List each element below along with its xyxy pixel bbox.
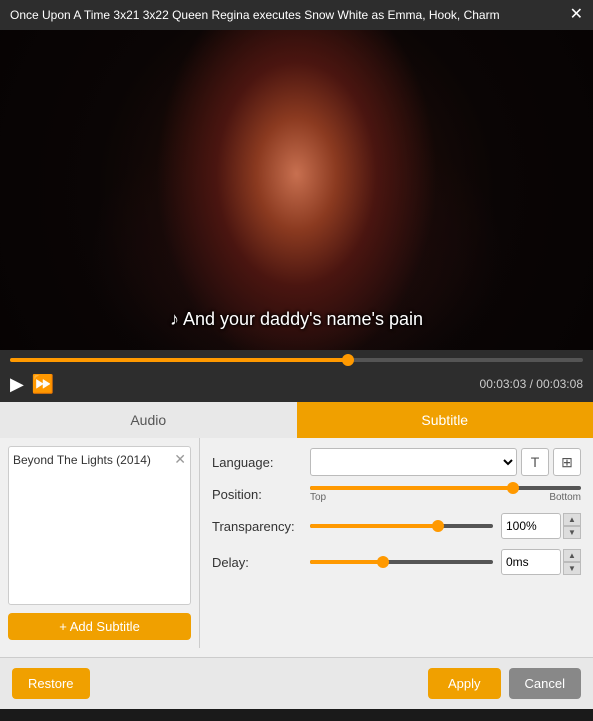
transparency-slider-wrap: [310, 524, 493, 528]
delay-slider-wrap: [310, 560, 493, 564]
transparency-label: Transparency:: [212, 519, 302, 534]
video-figure: [0, 30, 593, 350]
transparency-value: 100%: [501, 513, 561, 539]
language-row: Language: T ⊞: [212, 448, 581, 476]
subtitle-list-item: Beyond The Lights (2014) ✕: [13, 451, 186, 468]
transparency-track[interactable]: [310, 524, 493, 528]
language-label: Language:: [212, 455, 302, 470]
progress-thumb: [342, 354, 354, 366]
progress-fill: [10, 358, 348, 362]
transparency-spinner: ▲ ▼: [563, 513, 581, 539]
delay-spinner: ▲ ▼: [563, 549, 581, 575]
add-subtitle-label: + Add Subtitle: [59, 619, 140, 634]
delay-row: Delay: 0ms ▲ ▼: [212, 549, 581, 575]
time-separator: /: [530, 377, 533, 391]
delay-track[interactable]: [310, 560, 493, 564]
settings-panel: Audio Subtitle Beyond The Lights (2014) …: [0, 402, 593, 657]
cc-style-button[interactable]: ⊞: [553, 448, 581, 476]
controls-left: ▶ ⏩: [10, 374, 54, 395]
fast-forward-button[interactable]: ⏩: [32, 374, 54, 395]
subtitle-name: Beyond The Lights (2014): [13, 453, 151, 467]
position-thumb[interactable]: [507, 482, 519, 494]
progress-bar-container[interactable]: [0, 350, 593, 366]
close-button[interactable]: ✕: [570, 7, 583, 23]
transparency-down[interactable]: ▼: [563, 526, 581, 539]
delay-up[interactable]: ▲: [563, 549, 581, 562]
time-display: 00:03:03 / 00:03:08: [480, 377, 583, 391]
language-select[interactable]: [310, 448, 517, 476]
cancel-button[interactable]: Cancel: [509, 668, 581, 699]
video-subtitle: ♪ And your daddy's name's pain: [0, 309, 593, 330]
transparency-up[interactable]: ▲: [563, 513, 581, 526]
position-label: Position:: [212, 487, 302, 502]
delay-value: 0ms: [501, 549, 561, 575]
panel-content: Beyond The Lights (2014) ✕ + Add Subtitl…: [0, 438, 593, 648]
delay-fill: [310, 560, 383, 564]
subtitle-list: Beyond The Lights (2014) ✕: [8, 446, 191, 605]
footer-right: Apply Cancel: [428, 668, 581, 699]
progress-track[interactable]: [10, 358, 583, 362]
transparency-thumb[interactable]: [432, 520, 444, 532]
window-title: Once Upon A Time 3x21 3x22 Queen Regina …: [10, 8, 500, 22]
current-time: 00:03:03: [480, 377, 527, 391]
position-row: Position: Top Bottom: [212, 486, 581, 503]
add-subtitle-button[interactable]: + Add Subtitle: [8, 613, 191, 640]
subtitle-settings-panel: Language: T ⊞ Position:: [200, 438, 593, 648]
delay-down[interactable]: ▼: [563, 562, 581, 575]
transparency-value-wrap: 100% ▲ ▼: [501, 513, 581, 539]
delay-thumb[interactable]: [377, 556, 389, 568]
apply-button[interactable]: Apply: [428, 668, 501, 699]
position-labels: Top Bottom: [310, 492, 581, 503]
position-top-label: Top: [310, 492, 326, 503]
footer: Restore Apply Cancel: [0, 657, 593, 709]
restore-button[interactable]: Restore: [12, 668, 90, 699]
title-bar: Once Upon A Time 3x21 3x22 Queen Regina …: [0, 0, 593, 30]
delay-value-wrap: 0ms ▲ ▼: [501, 549, 581, 575]
position-slider-wrap: Top Bottom: [310, 486, 581, 503]
tab-bar: Audio Subtitle: [0, 402, 593, 438]
subtitle-remove-button[interactable]: ✕: [174, 451, 186, 468]
delay-label: Delay:: [212, 555, 302, 570]
playback-controls: ▶ ⏩ 00:03:03 / 00:03:08: [0, 366, 593, 402]
video-player: ♪ And your daddy's name's pain: [0, 30, 593, 350]
cc-icon: ⊞: [561, 454, 573, 471]
text-style-button[interactable]: T: [521, 448, 549, 476]
position-track[interactable]: [310, 486, 581, 490]
tab-audio[interactable]: Audio: [0, 402, 297, 438]
total-time: 00:03:08: [536, 377, 583, 391]
tab-subtitle[interactable]: Subtitle: [297, 402, 593, 438]
position-bottom-label: Bottom: [549, 492, 581, 503]
play-button[interactable]: ▶: [10, 374, 24, 395]
transparency-fill: [310, 524, 438, 528]
text-icon: T: [531, 454, 540, 470]
transparency-row: Transparency: 100% ▲ ▼: [212, 513, 581, 539]
position-fill: [310, 486, 513, 490]
subtitle-list-panel: Beyond The Lights (2014) ✕ + Add Subtitl…: [0, 438, 200, 648]
language-select-wrap: T ⊞: [310, 448, 581, 476]
